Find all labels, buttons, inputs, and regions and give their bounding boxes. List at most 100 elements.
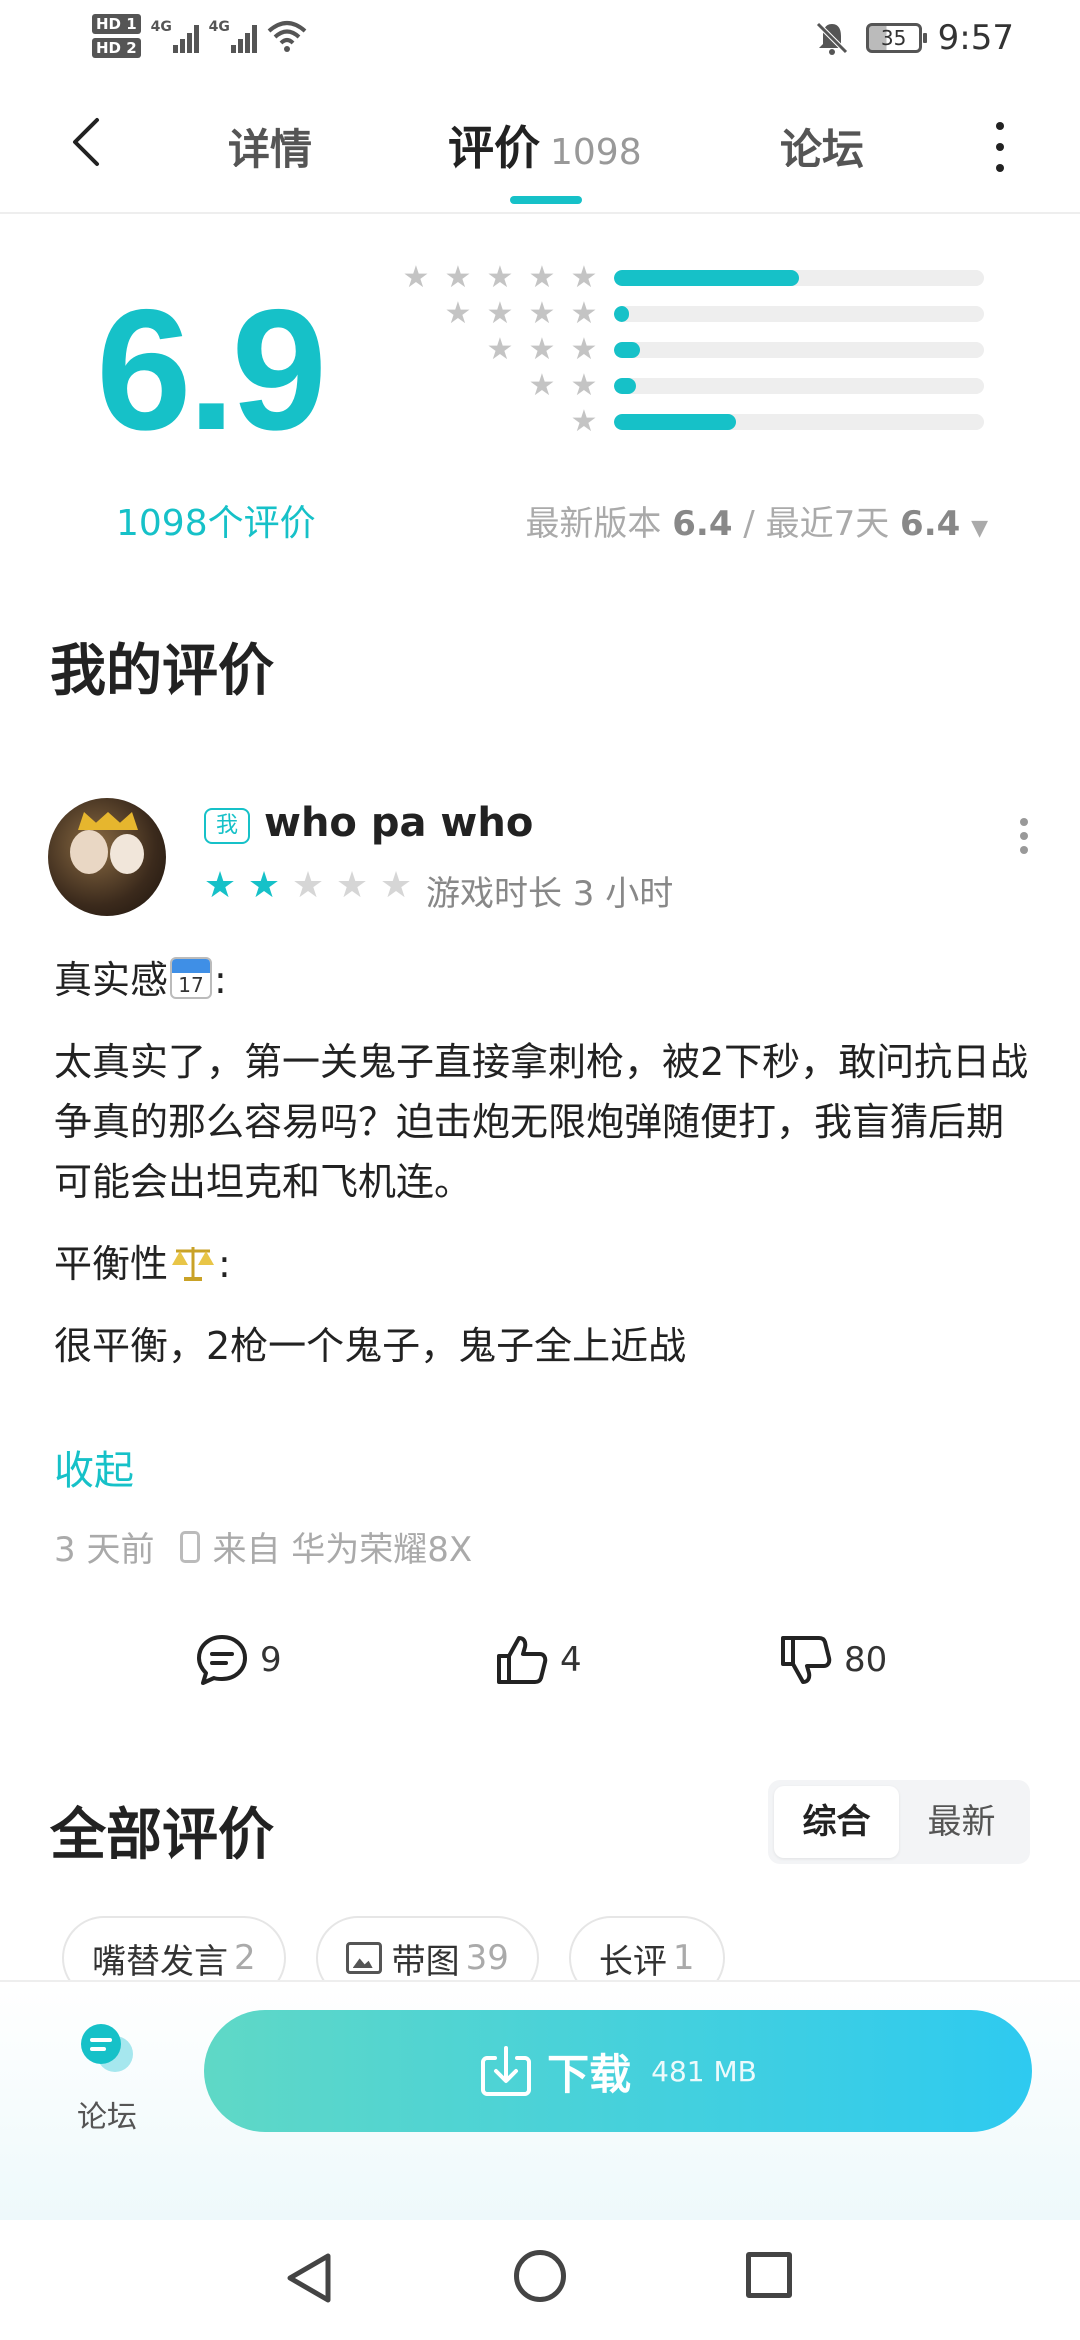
forum-icon — [81, 2024, 133, 2072]
mute-bell-icon — [815, 22, 848, 55]
star-icon: ★ — [335, 865, 369, 906]
me-badge: 我 — [204, 808, 250, 844]
chip-label: 嘴替发言 — [92, 1941, 228, 1982]
tab-reviews-label: 评价 — [448, 121, 540, 175]
distribution-bar — [614, 414, 984, 430]
network-type-2: 4G — [208, 19, 230, 35]
rating-distribution: ★ ★ ★ ★ ★ ★ ★ ★ ★ ★ ★ ★ ★ ★ ★ — [400, 262, 990, 442]
tab-reviews[interactable]: 评价 1098 — [448, 112, 642, 178]
dislike-button[interactable]: 80 — [778, 1632, 887, 1688]
download-icon — [481, 2046, 532, 2096]
rating-score: 6.9 — [96, 274, 327, 466]
star-icons: ★ ★ — [528, 368, 598, 403]
sort-comprehensive[interactable]: 综合 — [774, 1786, 899, 1858]
chip-label: 长评 — [598, 1941, 667, 1982]
rating-count: 1098个评价 — [116, 503, 316, 544]
hd-indicators: HD 1 HD 2 — [92, 14, 141, 58]
caret-down-icon: ▼ — [971, 516, 988, 541]
distribution-row: ★ ★ ★ ★ — [400, 298, 990, 334]
review-time: 3 天前 — [54, 1530, 155, 1570]
distribution-fill — [614, 378, 637, 394]
star-icons: ★ ★ ★ ★ ★ — [402, 260, 598, 295]
review-body: 真实感: 太真实了，第一关鬼子直接拿刺枪，被2下秒，敢问抗日战争真的那么容易吗？… — [54, 950, 1034, 1398]
chip-count: 39 — [465, 1938, 509, 1978]
separator: / — [743, 504, 755, 544]
status-bar: HD 1 HD 2 4G 4G 35 9:57 — [0, 0, 1080, 84]
chip-label: 带图 — [391, 1941, 460, 1982]
review-text-realism: 太真实了，第一关鬼子直接拿刺枪，被2下秒，敢问抗日战争真的那么容易吗？迫击炮无限… — [54, 1040, 1029, 1204]
back-button[interactable] — [56, 112, 116, 172]
chip-count: 2 — [234, 1938, 256, 1978]
tab-forum[interactable]: 论坛 — [780, 116, 864, 177]
latest-version-score: 6.4 — [672, 504, 733, 544]
collapse-link[interactable]: 收起 — [54, 1438, 134, 1496]
distribution-fill — [614, 306, 629, 322]
star-icon: ★ — [247, 865, 281, 906]
tab-reviews-count: 1098 — [550, 132, 642, 173]
scale-emoji-icon — [172, 1247, 215, 1281]
forum-label: 论坛 — [77, 2100, 137, 2135]
like-button[interactable]: 4 — [494, 1632, 582, 1688]
review-text-balance: 很平衡，2枪一个鬼子，鬼子全上近战 — [54, 1324, 687, 1368]
distribution-row: ★ ★ ★ ★ ★ — [400, 262, 990, 298]
distribution-bar — [614, 342, 984, 358]
top-tab-bar: 详情 评价 1098 论坛 — [0, 84, 1080, 214]
comment-button[interactable]: 9 — [194, 1632, 282, 1688]
recent-score: 6.4 — [900, 504, 961, 544]
star-icon: ★ — [379, 865, 413, 906]
chip-count: 1 — [672, 1938, 695, 1978]
nav-recent-icon[interactable] — [746, 2252, 792, 2298]
network-type-1: 4G — [150, 19, 172, 35]
version-score-selector[interactable]: 最新版本 6.4 / 最近7天 6.4 ▼ — [525, 496, 988, 545]
review-meta: 3 天前 来自 华为荣耀8X — [54, 1522, 472, 1571]
battery-icon: 35 — [865, 23, 927, 53]
review-device: 来自 华为荣耀8X — [212, 1530, 473, 1570]
like-count: 4 — [560, 1640, 582, 1680]
latest-version-label: 最新版本 — [525, 504, 662, 544]
thumbs-up-icon — [497, 1636, 548, 1684]
review-heading-realism: 真实感: — [54, 950, 1034, 1010]
chevron-left-icon — [73, 118, 99, 166]
review-stars: ★ ★ ★ ★ ★ — [202, 866, 414, 906]
review-more-icon[interactable] — [1014, 818, 1034, 854]
star-icons: ★ ★ ★ — [486, 332, 598, 367]
forum-button[interactable]: 论坛 — [52, 2018, 162, 2136]
more-options-icon[interactable] — [990, 122, 1010, 172]
calendar-emoji-icon — [170, 957, 213, 999]
thumbs-down-icon — [781, 1636, 832, 1684]
distribution-row: ★ ★ — [400, 370, 990, 406]
review-heading-balance: 平衡性: — [54, 1242, 231, 1286]
distribution-bar — [614, 270, 984, 286]
nav-home-icon[interactable] — [514, 2250, 566, 2302]
star-icons: ★ ★ ★ ★ — [444, 296, 598, 331]
username[interactable]: who pa who — [264, 800, 533, 846]
status-time: 9:57 — [937, 18, 1014, 58]
status-right: 35 9:57 — [814, 18, 1014, 58]
download-button[interactable]: 下载 481 MB — [204, 2010, 1032, 2132]
avatar[interactable] — [48, 798, 166, 916]
sort-latest[interactable]: 最新 — [899, 1786, 1024, 1858]
download-size: 481 MB — [651, 2054, 757, 2088]
sort-toggle: 综合 最新 — [768, 1780, 1030, 1864]
status-left: HD 1 HD 2 4G 4G — [92, 14, 307, 58]
signal-icon-2: 4G — [209, 19, 257, 53]
distribution-row: ★ ★ ★ — [400, 334, 990, 370]
distribution-row: ★ — [400, 406, 990, 442]
nav-back-icon[interactable] — [284, 2250, 334, 2306]
recent-label: 最近7天 — [765, 504, 890, 544]
dislike-count: 80 — [844, 1640, 888, 1680]
tab-details[interactable]: 详情 — [228, 116, 312, 177]
my-review-title: 我的评价 — [50, 639, 274, 704]
image-icon — [345, 1942, 382, 1974]
phone-icon — [180, 1530, 201, 1563]
all-reviews-title: 全部评价 — [50, 1803, 274, 1868]
hd1-badge: HD 1 — [92, 14, 141, 34]
bottom-action-bar: 论坛 下载 481 MB — [0, 1980, 1080, 2220]
distribution-fill — [614, 414, 737, 430]
comment-icon — [197, 1635, 247, 1685]
distribution-fill — [614, 342, 640, 358]
download-label: 下载 — [547, 2049, 632, 2099]
wifi-icon — [267, 21, 306, 52]
distribution-bar — [614, 306, 984, 322]
system-nav-bar — [0, 2220, 1080, 2340]
